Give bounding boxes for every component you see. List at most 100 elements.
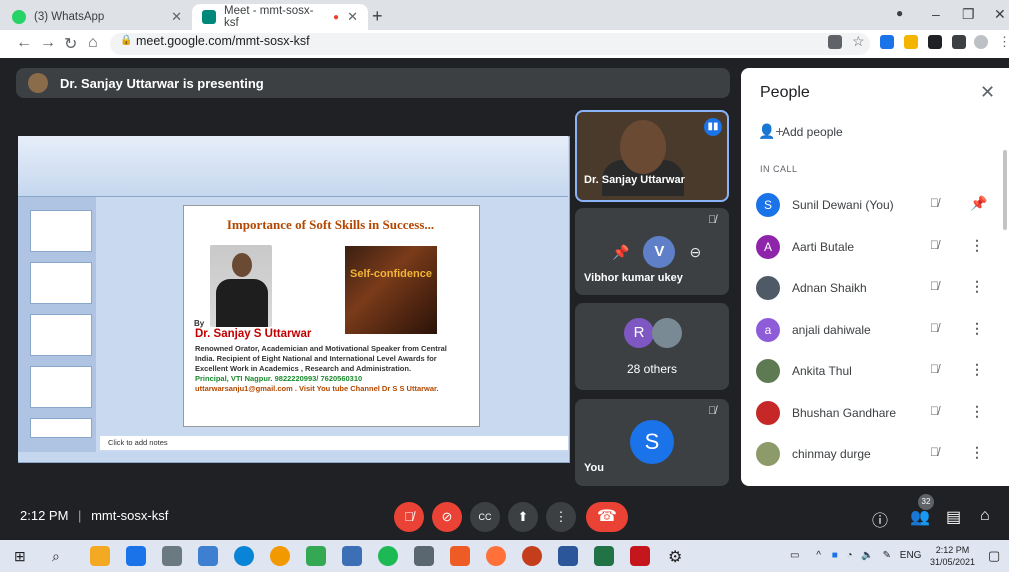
participant-name: chinmay durge <box>792 447 871 461</box>
extensions-puzzle-icon[interactable] <box>952 35 966 49</box>
tile-hover-controls: 📌 V ⊖ <box>612 236 701 268</box>
participant-name: Ankita Thul <box>792 364 852 378</box>
window-close-button[interactable]: ✕ <box>994 6 1006 23</box>
avatar: S <box>756 193 780 217</box>
ppt-status-bar <box>18 452 568 461</box>
app-icon[interactable] <box>90 546 110 566</box>
search-icon[interactable]: ⌕ <box>52 548 60 565</box>
panel-scrollbar[interactable] <box>1003 150 1007 230</box>
notifications-icon[interactable]: ▢ <box>988 548 1000 564</box>
close-tab-icon[interactable]: ✕ <box>171 9 182 25</box>
participant-row[interactable] <box>741 266 1003 308</box>
app-icon[interactable] <box>630 546 650 566</box>
more-actions-icon[interactable]: ⋮ <box>970 361 984 378</box>
app-icon[interactable] <box>162 546 182 566</box>
tile-name: Vibhor kumar ukey <box>584 272 683 284</box>
new-tab-button[interactable]: + <box>372 6 383 27</box>
pin-icon[interactable]: 📌 <box>970 195 987 212</box>
powerpoint-icon[interactable] <box>522 546 542 566</box>
camera-toggle-button[interactable]: ⊘ <box>432 502 462 532</box>
avatar <box>652 318 682 348</box>
more-actions-icon[interactable]: ⋮ <box>970 237 984 254</box>
chrome-icon[interactable] <box>270 546 290 566</box>
more-actions-icon[interactable]: ⋮ <box>970 320 984 337</box>
profile-icon[interactable]: ● <box>896 6 903 20</box>
url-text[interactable]: meet.google.com/mmt-sosx-ksf <box>136 34 310 48</box>
spotify-icon[interactable] <box>378 546 398 566</box>
more-actions-icon[interactable]: ⋮ <box>970 444 984 461</box>
firefox-icon[interactable] <box>486 546 506 566</box>
app-icon[interactable] <box>414 546 434 566</box>
brave-icon[interactable] <box>450 546 470 566</box>
start-icon[interactable]: ⊞ <box>14 548 26 565</box>
participant-row[interactable] <box>741 308 1003 350</box>
avatar: V <box>643 236 676 268</box>
settings-gear-icon[interactable]: ⚙ <box>668 547 682 567</box>
add-person-icon[interactable]: 👤+ <box>758 123 784 140</box>
extension-icon[interactable] <box>880 35 894 49</box>
clock[interactable]: 2:12 PM 31/05/2021 <box>930 544 975 568</box>
edge-icon[interactable] <box>234 546 254 566</box>
app-icon[interactable] <box>198 546 218 566</box>
close-tab-icon[interactable]: ✕ <box>347 9 358 25</box>
language-indicator[interactable]: ENG <box>900 550 922 561</box>
close-panel-icon[interactable]: ✕ <box>980 82 995 103</box>
others-tile[interactable] <box>575 303 729 390</box>
word-icon[interactable] <box>558 546 578 566</box>
avatar <box>756 442 780 466</box>
participant-name: Adnan Shaikh <box>792 281 867 295</box>
mic-toggle-button[interactable]: 🎙̸ <box>394 502 424 532</box>
mic-off-icon: 🎙̸ <box>930 320 939 335</box>
slide-desc: India. Recipient of Eight National and I… <box>195 354 437 363</box>
more-actions-icon[interactable]: ⋮ <box>970 278 984 295</box>
tray-app-icon[interactable]: ■ <box>832 550 838 561</box>
end-call-button[interactable]: ☎ <box>586 502 628 532</box>
panel-title: People <box>760 84 810 101</box>
recording-dot-icon: ● <box>333 11 340 23</box>
ppt-ribbon <box>18 136 568 197</box>
forward-icon[interactable]: → <box>40 34 56 52</box>
menu-icon[interactable]: ⋮ <box>998 34 1009 50</box>
extension-icon[interactable] <box>928 35 942 49</box>
activities-icon[interactable]: ⌂ <box>980 507 990 525</box>
participant-row[interactable] <box>741 349 1003 391</box>
meeting-code: mmt-sosx-ksf <box>91 508 169 523</box>
pen-icon[interactable]: ✎ <box>883 550 891 561</box>
excel-icon[interactable] <box>594 546 614 566</box>
add-people-button[interactable]: Add people <box>782 125 843 139</box>
bookmark-star-icon[interactable]: ☆ <box>852 33 865 50</box>
back-icon[interactable]: ← <box>16 34 32 52</box>
people-icon[interactable]: 👥 <box>910 507 930 527</box>
tab-meet[interactable]: Meet - mmt-sosx-ksf ● ✕ <box>192 4 368 30</box>
avatar: a <box>756 317 780 342</box>
slide-desc: Excellent Work in Academics , Research a… <box>195 364 412 373</box>
camera-status-icon[interactable] <box>828 35 842 49</box>
app-icon[interactable] <box>126 546 146 566</box>
extension-icon[interactable] <box>904 35 918 49</box>
participant-row[interactable] <box>741 225 1003 267</box>
remove-icon[interactable]: ⊖ <box>689 244 701 261</box>
chat-icon[interactable]: ▤ <box>946 507 961 527</box>
pin-icon[interactable]: 📌 <box>612 244 629 261</box>
home-icon[interactable]: ⌂ <box>88 34 98 52</box>
tab-whatsapp[interactable]: (3) WhatsApp ✕ <box>2 4 192 30</box>
maximize-button[interactable]: ❐ <box>962 6 975 23</box>
meeting-details-icon[interactable]: ⓘ <box>872 507 888 531</box>
participant-row[interactable] <box>741 432 1003 474</box>
chevron-up-icon[interactable]: ^ <box>816 550 821 561</box>
slide-thumbnail <box>30 210 92 252</box>
more-actions-icon[interactable]: ⋮ <box>970 403 984 420</box>
slide-thumbnail <box>30 418 92 438</box>
slide-speaker-name: Dr. Sanjay S Uttarwar <box>195 328 312 340</box>
account-avatar-icon[interactable] <box>974 35 988 49</box>
reload-icon[interactable]: ↻ <box>64 34 77 54</box>
volume-icon[interactable]: 🔈 <box>861 550 873 561</box>
app-icon[interactable] <box>306 546 326 566</box>
more-options-button[interactable]: ⋮ <box>546 502 576 532</box>
present-button[interactable]: ⬆ <box>508 502 538 532</box>
network-icon[interactable]: ◔ <box>847 550 853 561</box>
captions-button[interactable]: CC <box>470 502 500 532</box>
battery-icon[interactable]: ▭ <box>790 550 799 561</box>
minimize-button[interactable]: – <box>932 6 940 22</box>
calculator-icon[interactable] <box>342 546 362 566</box>
